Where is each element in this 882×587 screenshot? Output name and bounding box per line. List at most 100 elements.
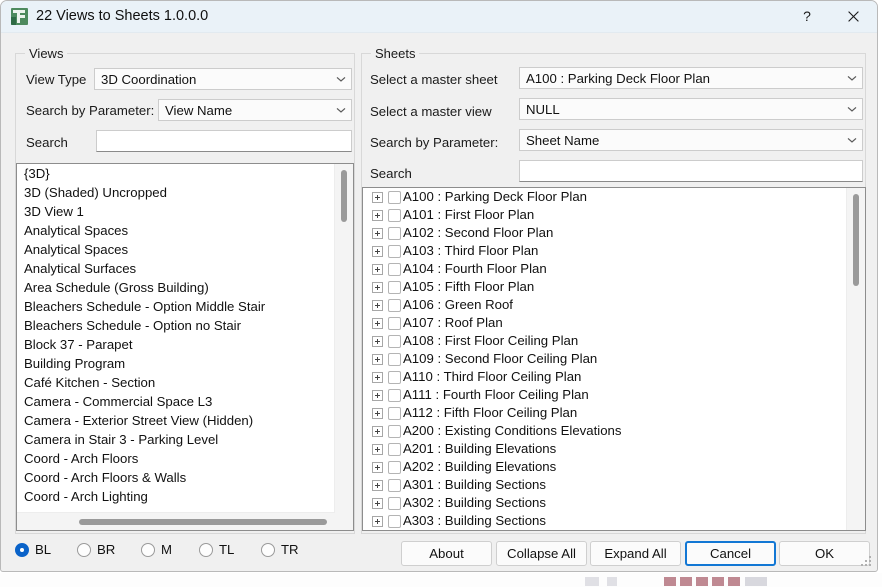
tree-row[interactable]: A200 : Existing Conditions Elevations (363, 422, 846, 440)
expand-plus-icon[interactable] (372, 480, 383, 491)
expand-plus-icon[interactable] (372, 354, 383, 365)
sheet-checkbox[interactable] (388, 497, 401, 510)
expand-plus-icon[interactable] (372, 318, 383, 329)
expand-plus-icon[interactable] (372, 372, 383, 383)
sheet-checkbox[interactable] (388, 407, 401, 420)
list-item[interactable]: Café Kitchen - Section (17, 373, 334, 392)
sheet-checkbox[interactable] (388, 371, 401, 384)
tree-row[interactable]: A202 : Building Elevations (363, 458, 846, 476)
list-item[interactable]: Coord - Arch Floors & Walls (17, 468, 334, 487)
expand-plus-icon[interactable] (372, 426, 383, 437)
list-item[interactable]: 3D (Shaded) Uncropped (17, 183, 334, 202)
ok-button[interactable]: OK (779, 541, 870, 566)
views-list[interactable]: {3D}3D (Shaded) Uncropped3D View 1Analyt… (16, 163, 354, 531)
tree-row[interactable]: A104 : Fourth Floor Plan (363, 260, 846, 278)
list-item[interactable]: Analytical Spaces (17, 240, 334, 259)
tree-row[interactable]: A303 : Building Sections (363, 512, 846, 530)
radio-br[interactable]: BR (77, 542, 115, 557)
sheets-tree[interactable]: A100 : Parking Deck Floor PlanA101 : Fir… (362, 187, 866, 531)
sheets-search-field[interactable] (520, 161, 862, 181)
expand-plus-icon[interactable] (372, 516, 383, 527)
tree-row[interactable]: A109 : Second Floor Ceiling Plan (363, 350, 846, 368)
sheets-search-input[interactable] (519, 160, 863, 182)
help-button[interactable]: ? (784, 1, 830, 31)
sheet-checkbox[interactable] (388, 191, 401, 204)
list-item[interactable]: 3D View 1 (17, 202, 334, 221)
list-item[interactable]: Analytical Surfaces (17, 259, 334, 278)
resize-grip-icon[interactable] (861, 556, 873, 568)
tree-row[interactable]: A201 : Building Elevations (363, 440, 846, 458)
views-search-param-combo[interactable]: View Name (158, 99, 352, 121)
views-search-field[interactable] (97, 131, 351, 151)
list-item[interactable]: Coord - Arch Lighting (17, 487, 334, 506)
expand-plus-icon[interactable] (372, 498, 383, 509)
sheet-checkbox[interactable] (388, 227, 401, 240)
views-list-hscrollbar[interactable] (17, 512, 335, 530)
sheet-checkbox[interactable] (388, 443, 401, 456)
sheet-checkbox[interactable] (388, 245, 401, 258)
tree-row[interactable]: A100 : Parking Deck Floor Plan (363, 188, 846, 206)
cancel-button[interactable]: Cancel (685, 541, 776, 566)
collapse-all-button[interactable]: Collapse All (496, 541, 587, 566)
expand-plus-icon[interactable] (372, 246, 383, 257)
master-sheet-combo[interactable]: A100 : Parking Deck Floor Plan (519, 67, 863, 89)
views-list-vscrollbar[interactable] (334, 164, 353, 530)
expand-plus-icon[interactable] (372, 210, 383, 221)
expand-plus-icon[interactable] (372, 390, 383, 401)
list-item[interactable]: Camera in Stair 3 - Parking Level (17, 430, 334, 449)
sheet-checkbox[interactable] (388, 479, 401, 492)
sheet-checkbox[interactable] (388, 461, 401, 474)
tree-row[interactable]: A102 : Second Floor Plan (363, 224, 846, 242)
tree-row[interactable]: A302 : Building Sections (363, 494, 846, 512)
list-item[interactable]: Camera - Exterior Street View (Hidden) (17, 411, 334, 430)
expand-plus-icon[interactable] (372, 336, 383, 347)
tree-row[interactable]: A107 : Roof Plan (363, 314, 846, 332)
list-item[interactable]: Analytical Spaces (17, 221, 334, 240)
radio-tr[interactable]: TR (261, 542, 299, 557)
sheet-checkbox[interactable] (388, 263, 401, 276)
sheet-checkbox[interactable] (388, 425, 401, 438)
list-item[interactable]: Coord - Arch Floors (17, 449, 334, 468)
tree-row[interactable]: A105 : Fifth Floor Plan (363, 278, 846, 296)
expand-plus-icon[interactable] (372, 264, 383, 275)
expand-plus-icon[interactable] (372, 192, 383, 203)
tree-row[interactable]: A101 : First Floor Plan (363, 206, 846, 224)
expand-plus-icon[interactable] (372, 462, 383, 473)
expand-plus-icon[interactable] (372, 408, 383, 419)
list-item[interactable]: Bleachers Schedule - Option no Stair (17, 316, 334, 335)
sheet-checkbox[interactable] (388, 281, 401, 294)
tree-row[interactable]: A108 : First Floor Ceiling Plan (363, 332, 846, 350)
about-button[interactable]: About (401, 541, 492, 566)
expand-plus-icon[interactable] (372, 282, 383, 293)
sheets-vscroll-thumb[interactable] (853, 194, 859, 286)
list-item[interactable]: Block 37 - Parapet (17, 335, 334, 354)
sheets-search-param-combo[interactable]: Sheet Name (519, 129, 863, 151)
tree-row[interactable]: A112 : Fifth Floor Ceiling Plan (363, 404, 846, 422)
tree-row[interactable]: A103 : Third Floor Plan (363, 242, 846, 260)
expand-plus-icon[interactable] (372, 300, 383, 311)
sheet-checkbox[interactable] (388, 317, 401, 330)
expand-all-button[interactable]: Expand All (590, 541, 681, 566)
sheet-checkbox[interactable] (388, 335, 401, 348)
views-vscroll-thumb[interactable] (341, 170, 347, 222)
expand-plus-icon[interactable] (372, 228, 383, 239)
sheet-checkbox[interactable] (388, 353, 401, 366)
list-item[interactable]: Building Program (17, 354, 334, 373)
sheet-checkbox[interactable] (388, 209, 401, 222)
sheet-checkbox[interactable] (388, 515, 401, 528)
master-view-combo[interactable]: NULL (519, 98, 863, 120)
view-type-combo[interactable]: 3D Coordination (94, 68, 352, 90)
tree-row[interactable]: A110 : Third Floor Ceiling Plan (363, 368, 846, 386)
list-item[interactable]: Camera - Commercial Space L3 (17, 392, 334, 411)
tree-row[interactable]: A111 : Fourth Floor Ceiling Plan (363, 386, 846, 404)
sheet-checkbox[interactable] (388, 299, 401, 312)
tree-row[interactable]: A301 : Building Sections (363, 476, 846, 494)
sheets-tree-vscrollbar[interactable] (846, 188, 865, 530)
sheet-checkbox[interactable] (388, 389, 401, 402)
list-item[interactable]: {3D} (17, 164, 334, 183)
radio-m[interactable]: M (141, 542, 172, 557)
radio-bl[interactable]: BL (15, 542, 51, 557)
views-search-input[interactable] (96, 130, 352, 152)
list-item[interactable]: Area Schedule (Gross Building) (17, 278, 334, 297)
views-hscroll-thumb[interactable] (79, 519, 327, 525)
